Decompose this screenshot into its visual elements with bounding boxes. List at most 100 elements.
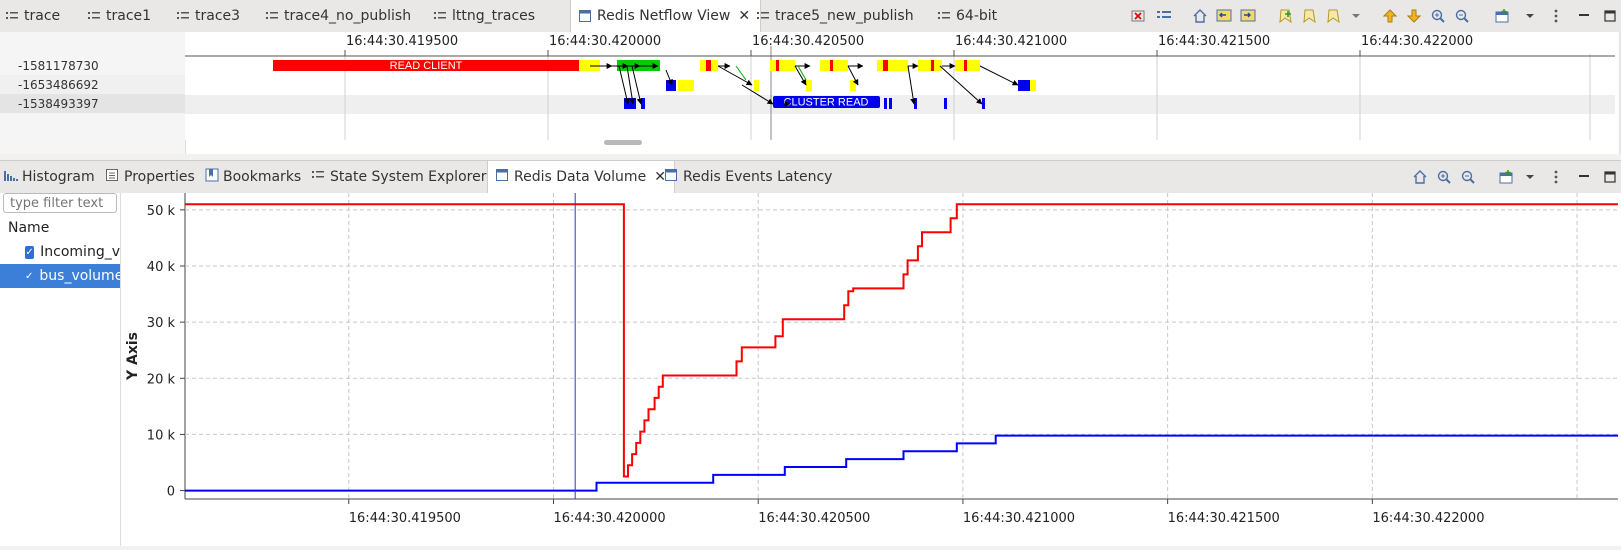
state-segment[interactable]	[889, 98, 892, 109]
list-icon[interactable]	[1154, 6, 1174, 26]
arrow-up-icon[interactable]	[1380, 6, 1400, 26]
tab-label: State System Explorer	[330, 169, 487, 185]
tree-item-bus-volume[interactable]: ✓ bus_volume	[0, 264, 120, 288]
time-axis-tick-label: 16:44:30.419500	[346, 34, 458, 49]
tab-properties[interactable]: Properties	[106, 161, 195, 193]
state-segment[interactable]	[850, 80, 856, 91]
data-volume-chart[interactable]: 0 10 k 20 k 30 k 40 k 50 k 16:44:30.419500 16:4…	[121, 193, 1621, 546]
tab-label: trace3	[195, 7, 241, 24]
state-segment[interactable]	[706, 60, 711, 71]
state-segment[interactable]	[931, 60, 934, 71]
more-options-icon[interactable]	[1546, 167, 1566, 187]
state-segment[interactable]	[770, 60, 795, 71]
state-segment[interactable]	[884, 98, 887, 109]
tab-label: trace	[24, 7, 61, 24]
prev-event-icon[interactable]	[1214, 6, 1234, 26]
tab-lttng-traces[interactable]: lttng_traces	[434, 0, 535, 31]
tab-label: Redis Data Volume	[514, 169, 647, 185]
trace-icon	[6, 10, 18, 22]
maximize-icon[interactable]	[1600, 167, 1620, 187]
zoom-in-icon[interactable]	[1434, 167, 1454, 187]
state-segment[interactable]	[830, 60, 833, 71]
state-segment[interactable]	[754, 80, 759, 91]
tree-header-name[interactable]: Name	[0, 216, 128, 240]
view-icon	[496, 169, 508, 185]
state-segment[interactable]	[883, 60, 888, 71]
minimize-icon[interactable]	[1574, 167, 1594, 187]
state-segment[interactable]	[944, 98, 947, 109]
prev-bookmark-icon[interactable]	[1300, 6, 1320, 26]
time-axis-tick-label: 16:44:30.421500	[1158, 34, 1270, 49]
close-icon[interactable]: ✕	[738, 8, 750, 24]
view-icon	[665, 169, 677, 185]
series-line-1[interactable]	[185, 434, 1618, 492]
tab-trace3[interactable]: trace3	[177, 0, 240, 31]
tab-redis-events-latency[interactable]: Redis Events Latency	[665, 161, 832, 193]
checkbox-icon[interactable]: ✓	[25, 270, 33, 283]
time-axis-tick-label: 16:44:30.420000	[549, 34, 661, 49]
more-options-icon[interactable]	[1546, 6, 1566, 26]
state-segment[interactable]	[624, 98, 636, 109]
tab-label: lttng_traces	[452, 7, 536, 24]
tab-label: trace4_no_publish	[284, 7, 412, 24]
zoom-out-icon[interactable]	[1452, 6, 1472, 26]
minimize-icon[interactable]	[1574, 6, 1594, 26]
tab-trace4-no-publish[interactable]: trace4_no_publish	[266, 0, 411, 31]
state-segment[interactable]	[641, 98, 645, 109]
editor-tab-bar: trace trace1 trace3 trace4_no_publish lt…	[0, 0, 1621, 33]
tab-trace1[interactable]: trace1	[88, 0, 151, 31]
state-segment[interactable]	[914, 98, 917, 109]
state-segment[interactable]	[1018, 80, 1030, 91]
read-client-label: READ CLIENT	[390, 60, 463, 72]
tab-trace[interactable]: trace	[6, 0, 60, 31]
reset-zoom-icon[interactable]	[1410, 167, 1430, 187]
time-axis-tick-label: 16:44:30.422000	[1361, 34, 1473, 49]
tab-label: Histogram	[22, 169, 95, 185]
tab-histogram[interactable]: Histogram	[4, 161, 95, 193]
y-tick-label: 0	[167, 485, 175, 500]
tab-64-bit[interactable]: 64-bit	[938, 0, 997, 31]
tab-redis-data-volume[interactable]: Redis Data Volume ✕	[487, 161, 675, 193]
trace-icon	[88, 10, 100, 22]
tab-bookmarks[interactable]: Bookmarks	[205, 161, 301, 193]
view-menu-icon[interactable]	[1492, 6, 1512, 26]
state-segment[interactable]	[678, 80, 686, 91]
zoom-in-icon[interactable]	[1428, 6, 1448, 26]
state-segment[interactable]	[776, 60, 779, 71]
view-menu-icon[interactable]	[1496, 167, 1516, 187]
state-segment[interactable]	[918, 60, 942, 71]
tab-state-system-explorer[interactable]: State System Explorer	[312, 161, 486, 193]
netflow-timeline[interactable]: 16:44:30.419500 16:44:30.420000 16:44:30.4…	[0, 32, 1621, 154]
trace-icon	[177, 10, 189, 22]
state-segment[interactable]	[955, 60, 980, 71]
chevron-down-icon[interactable]	[1520, 167, 1540, 187]
view-icon	[579, 10, 591, 22]
home-icon[interactable]	[1190, 6, 1210, 26]
tab-trace5-new-publish[interactable]: trace5_new_publish	[757, 0, 914, 31]
remove-icon[interactable]	[1128, 6, 1148, 26]
tab-label: trace5_new_publish	[775, 7, 914, 24]
state-segment[interactable]	[1030, 80, 1036, 91]
state-segment[interactable]	[964, 60, 967, 71]
state-segment[interactable]	[686, 80, 694, 91]
tree-item-incoming-volume[interactable]: ✓ Incoming_v	[0, 240, 120, 264]
state-segment[interactable]	[579, 60, 590, 71]
view-tab-bar: Histogram Properties Bookmarks State Sys…	[0, 160, 1621, 194]
state-segment[interactable]	[877, 60, 908, 71]
checkbox-icon[interactable]: ✓	[25, 245, 35, 259]
chart-canvas[interactable]: 0 10 k 20 k 30 k 40 k 50 k 16:44:30.419500 16:4…	[121, 193, 1621, 546]
chevron-down-icon[interactable]	[1346, 6, 1366, 26]
horizontal-scrollbar[interactable]	[604, 140, 642, 145]
filter-input[interactable]	[3, 193, 117, 213]
add-bookmark-icon[interactable]	[1276, 6, 1296, 26]
state-segment[interactable]	[806, 80, 812, 91]
state-segment[interactable]	[820, 60, 848, 71]
arrow-down-icon[interactable]	[1404, 6, 1424, 26]
maximize-icon[interactable]	[1600, 6, 1620, 26]
next-bookmark-icon[interactable]	[1324, 6, 1344, 26]
state-segment[interactable]	[982, 98, 985, 109]
chevron-down-icon[interactable]	[1520, 6, 1540, 26]
next-event-icon[interactable]	[1238, 6, 1258, 26]
zoom-out-icon[interactable]	[1458, 167, 1478, 187]
tab-redis-netflow-view[interactable]: Redis Netflow View ✕	[570, 0, 762, 32]
